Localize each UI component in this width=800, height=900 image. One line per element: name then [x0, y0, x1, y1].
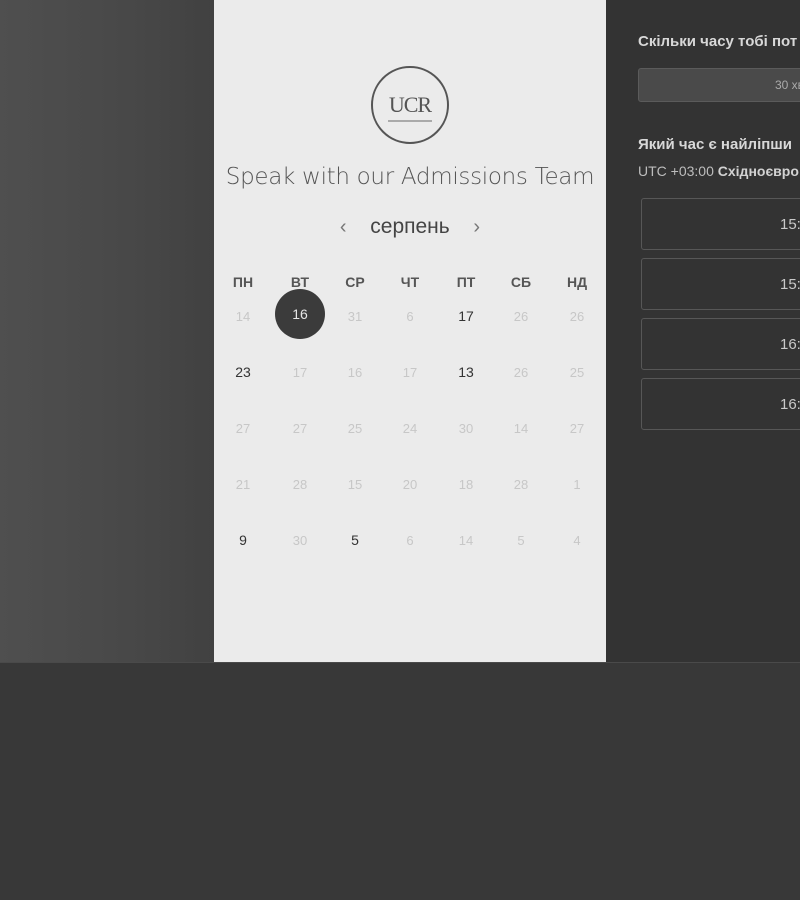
logo-subtitle-mark — [388, 120, 432, 122]
weekday-label: ПТ — [456, 274, 476, 290]
calendar-day: 17 — [292, 364, 308, 380]
duration-option-button[interactable]: 30 хв — [638, 68, 800, 102]
calendar-day: 31 — [347, 308, 363, 324]
timezone-selector[interactable]: UTC +03:00 Східноєвро — [638, 163, 799, 179]
calendar-day[interactable]: 23 — [223, 352, 263, 392]
chevron-right-icon[interactable]: › — [462, 216, 492, 239]
calendar-panel: UCR Speak with our Admissions Team ‹ сер… — [214, 0, 606, 662]
calendar-day: 27 — [292, 420, 308, 436]
calendar-day: 30 — [458, 420, 474, 436]
calendar-day: 6 — [406, 532, 414, 548]
month-label: серпень — [370, 215, 450, 238]
time-slot-button[interactable]: 15: — [641, 198, 800, 250]
calendar-day: 17 — [402, 364, 418, 380]
time-slot-button[interactable]: 16: — [641, 318, 800, 370]
calendar-day: 24 — [402, 420, 418, 436]
weekday-label: ЧТ — [400, 274, 420, 290]
calendar-day: 20 — [402, 476, 418, 492]
calendar-day: 18 — [458, 476, 474, 492]
calendar-day: 6 — [406, 308, 414, 324]
calendar-day: 16 — [347, 364, 363, 380]
calendar-day: 14 — [458, 532, 474, 548]
weekday-label: СБ — [510, 274, 532, 290]
calendar-day: 4 — [573, 532, 581, 548]
ucr-logo: UCR — [371, 66, 449, 144]
backdrop-bottom — [0, 662, 800, 900]
calendar-day[interactable]: 5 — [335, 520, 375, 560]
calendar-day: 26 — [513, 308, 529, 324]
calendar-day[interactable]: 9 — [223, 520, 263, 560]
calendar-day: 26 — [513, 364, 529, 380]
weekday-label: СР — [345, 274, 365, 290]
calendar-day: 25 — [569, 364, 585, 380]
weekday-label: ПН — [232, 274, 254, 290]
panel-title: Speak with our Admissions Team — [225, 164, 595, 190]
calendar-day: 26 — [569, 308, 585, 324]
duration-question: Скільки часу тобі пот — [638, 33, 798, 50]
backdrop-left — [0, 0, 214, 662]
calendar-day: 27 — [569, 420, 585, 436]
calendar-day[interactable]: 17 — [446, 296, 486, 336]
calendar-day: 1 — [573, 476, 581, 492]
calendar-day: 28 — [292, 476, 308, 492]
calendar-day: 27 — [235, 420, 251, 436]
calendar-day: 15 — [347, 476, 363, 492]
calendar-day: 5 — [517, 532, 525, 548]
chevron-left-icon[interactable]: ‹ — [328, 216, 358, 239]
calendar-day[interactable]: 13 — [446, 352, 486, 392]
calendar-day: 25 — [347, 420, 363, 436]
month-navigation: ‹ серпень › — [214, 212, 606, 242]
calendar-day: 30 — [292, 532, 308, 548]
calendar-day: 14 — [235, 308, 251, 324]
weekday-label: ВТ — [290, 274, 310, 290]
calendar-day: 28 — [513, 476, 529, 492]
calendar-day: 14 — [513, 420, 529, 436]
timezone-name: Східноєвро — [717, 163, 799, 179]
time-slot-button[interactable]: 15: — [641, 258, 800, 310]
calendar-day-selected[interactable]: 16 — [275, 289, 325, 339]
weekday-header: ПН ВТ СР ЧТ ПТ СБ НД — [214, 274, 606, 294]
time-question: Який час є найліпши — [638, 136, 793, 153]
calendar-day: 21 — [235, 476, 251, 492]
time-slot-button[interactable]: 16: — [641, 378, 800, 430]
weekday-label: НД — [566, 274, 588, 290]
logo-text: UCR — [388, 92, 432, 117]
timezone-offset: UTC +03:00 — [638, 163, 714, 179]
